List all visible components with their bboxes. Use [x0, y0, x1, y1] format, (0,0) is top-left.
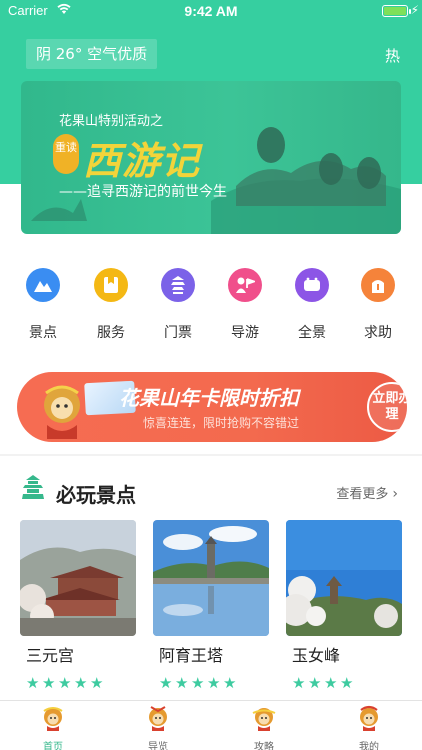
star-icon: ★	[90, 674, 104, 692]
must-see-section: 必玩景点 查看更多 › 三元宫 ★ ★ ★ ★ ★ 阿育王塔 ★ ★ ★ ★ ★…	[0, 456, 422, 700]
star-icon: ★	[207, 674, 221, 692]
tab-mine[interactable]: 我的	[339, 705, 399, 750]
service-icon	[94, 268, 128, 302]
banner-tagline: ——追寻西游记的前世今生	[59, 184, 227, 200]
spot-name: 阿育王塔	[159, 646, 224, 665]
menu-label: 全景	[298, 325, 326, 341]
event-banner[interactable]: 花果山特别活动之 重读 西游记 ——追寻西游记的前世今生	[21, 81, 401, 234]
menu-label: 导游	[231, 325, 259, 341]
charging-icon: ⚡	[410, 3, 419, 17]
tab-label: 我的	[359, 742, 379, 750]
star-icon: ★	[159, 674, 173, 692]
spot-name: 三元宫	[26, 646, 75, 665]
mountain-icon	[26, 268, 60, 302]
panorama-icon	[295, 268, 329, 302]
menu-item-guide[interactable]: 导游	[215, 268, 275, 342]
star-icon: ★	[26, 674, 40, 692]
star-icon: ★	[308, 674, 322, 692]
view-more-link[interactable]: 查看更多 ›	[336, 483, 398, 502]
menu-item-service[interactable]: 服务	[81, 268, 141, 342]
pagoda-icon	[161, 268, 195, 302]
spot-card[interactable]: 三元宫 ★ ★ ★ ★ ★	[20, 520, 136, 692]
menu-label: 门票	[164, 325, 192, 341]
function-menu: 景点 服务 门票 导游 全景 求助	[0, 268, 422, 348]
spot-photo	[153, 520, 269, 636]
star-icon: ★	[74, 674, 88, 692]
mine-monkey-icon	[360, 705, 378, 731]
rating-stars: ★ ★ ★ ★	[292, 673, 402, 692]
star-icon: ★	[340, 674, 354, 692]
spot-photo	[20, 520, 136, 636]
menu-label: 求助	[364, 325, 392, 341]
tour-monkey-icon	[149, 706, 167, 731]
menu-label: 景点	[29, 325, 57, 341]
annual-card-promo[interactable]: 花果山年卡限时折扣 惊喜连连，限时抢购不容错过 立即办理	[17, 372, 407, 442]
banner-title: 西游记	[83, 138, 201, 183]
tab-bar: 首页 导览 攻略 我的	[0, 700, 422, 750]
view-more-label: 查看更多	[336, 487, 389, 502]
section-title: 必玩景点	[56, 483, 136, 507]
chevron-right-icon: ›	[392, 486, 398, 502]
menu-item-panorama[interactable]: 全景	[282, 268, 342, 342]
rating-stars: ★ ★ ★ ★ ★	[26, 673, 136, 692]
guide-monkey-icon	[252, 708, 276, 731]
star-icon: ★	[324, 674, 338, 692]
tab-label: 首页	[43, 742, 63, 750]
banner-reread-badge: 重读	[53, 134, 79, 174]
rating-stars: ★ ★ ★ ★ ★	[159, 673, 269, 692]
menu-label: 服务	[97, 325, 125, 341]
menu-item-scenic[interactable]: 景点	[13, 268, 73, 342]
spot-card[interactable]: 玉女峰 ★ ★ ★ ★	[286, 520, 402, 692]
star-icon: ★	[58, 674, 72, 692]
tab-tour[interactable]: 导览	[128, 705, 188, 750]
status-bar: Carrier 9:42 AM ⚡	[0, 0, 422, 22]
guide-icon	[228, 268, 262, 302]
battery-icon	[382, 5, 408, 17]
menu-item-ticket[interactable]: 门票	[148, 268, 208, 342]
tab-home[interactable]: 首页	[23, 705, 83, 750]
banner-subtitle: 花果山特别活动之	[59, 114, 164, 129]
weather-info[interactable]: 阴 26° 空气优质	[26, 39, 158, 69]
star-icon: ★	[292, 674, 306, 692]
spot-name: 玉女峰	[292, 646, 341, 665]
promo-title: 花果山年卡限时折扣	[119, 386, 299, 410]
spot-photo	[286, 520, 402, 636]
help-icon	[361, 268, 395, 302]
pagoda-icon	[22, 475, 44, 499]
promo-subtitle: 惊喜连连，限时抢购不容错过	[143, 416, 300, 430]
clock: 9:42 AM	[184, 3, 238, 19]
star-icon: ★	[42, 674, 56, 692]
home-monkey-icon	[43, 707, 63, 731]
star-icon: ★	[223, 674, 237, 692]
tab-label: 导览	[148, 742, 168, 750]
spot-card[interactable]: 阿育王塔 ★ ★ ★ ★ ★	[153, 520, 269, 692]
star-icon: ★	[175, 674, 189, 692]
menu-item-help[interactable]: 求助	[348, 268, 408, 342]
star-icon: ★	[191, 674, 205, 692]
tab-label: 攻略	[254, 742, 274, 750]
apply-now-button[interactable]: 立即办理	[367, 382, 407, 432]
tab-guide[interactable]: 攻略	[234, 705, 294, 750]
monkey-king-icon	[44, 385, 80, 439]
hot-button[interactable]: 热	[385, 45, 400, 66]
